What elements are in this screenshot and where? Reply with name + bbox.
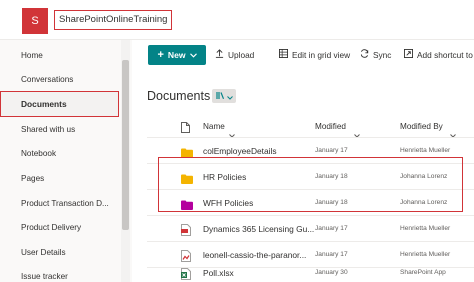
nav-item-product-delivery[interactable]: Product Delivery	[21, 223, 81, 232]
nav-item-product-transaction[interactable]: Product Transaction D...	[21, 199, 109, 208]
modified-date: January 30	[315, 269, 348, 276]
upload-label: Upload	[228, 49, 255, 60]
nav-item-shared-with-us[interactable]: Shared with us	[21, 125, 75, 134]
sync-icon	[360, 49, 369, 60]
modified-by: Henrietta Mueller	[400, 251, 451, 258]
modified-by: Henrietta Mueller	[400, 225, 451, 232]
grid-icon	[279, 49, 288, 60]
pdf-icon	[181, 223, 193, 236]
add-shortcut-button[interactable]: Add shortcut to	[404, 49, 473, 60]
excel-icon	[181, 267, 193, 280]
nav-item-notebook[interactable]: Notebook	[21, 149, 56, 158]
column-header-modified[interactable]: Modified	[315, 122, 346, 131]
column-header-name[interactable]: Name	[203, 122, 225, 131]
library-title: Documents	[147, 89, 211, 103]
modified-date: January 17	[315, 147, 348, 154]
highlight-box	[158, 157, 463, 212]
file-name[interactable]: colEmployeeDetails	[203, 146, 315, 156]
modified-by: SharePoint App	[400, 269, 446, 276]
add-shortcut-label: Add shortcut to	[417, 49, 473, 60]
sync-button[interactable]: Sync	[360, 49, 391, 60]
file-name[interactable]: leonell-cassio-the-paranor...	[203, 250, 315, 260]
site-title[interactable]: SharePointOnlineTraining	[54, 10, 173, 30]
plus-icon: +	[157, 49, 164, 61]
nav-item-issue-tracker[interactable]: Issue tracker	[21, 272, 68, 281]
edit-grid-view-button[interactable]: Edit in grid view	[279, 49, 350, 60]
folder-icon	[181, 145, 193, 158]
nav-item-documents-label: Documents	[21, 99, 67, 109]
new-button-label: New	[167, 50, 186, 60]
table-row[interactable]: leonell-cassio-the-paranor... January 17…	[147, 241, 474, 267]
chevron-down-icon	[226, 87, 233, 105]
shortcut-icon	[404, 49, 413, 60]
table-row[interactable]: Dynamics 365 Licensing Gu... January 17 …	[147, 215, 474, 241]
upload-icon	[215, 49, 224, 60]
file-name[interactable]: Poll.xlsx	[203, 268, 315, 278]
library-view-selector[interactable]	[212, 89, 236, 103]
site-logo-icon[interactable]: S	[22, 8, 48, 34]
modified-by: Henrietta Mueller	[400, 147, 451, 154]
edit-grid-label: Edit in grid view	[292, 49, 351, 60]
nav-item-home[interactable]: Home	[21, 51, 43, 60]
nav-item-pages[interactable]: Pages	[21, 174, 44, 183]
library-icon	[215, 87, 225, 105]
modified-date: January 17	[315, 225, 348, 232]
nav-item-user-details[interactable]: User Details	[21, 248, 66, 257]
nav-scrollbar-thumb[interactable]	[122, 60, 129, 230]
column-header-modified-by[interactable]: Modified By	[400, 122, 443, 131]
table-row[interactable]: Poll.xlsx January 30 SharePoint App	[147, 267, 474, 282]
file-type-header-icon[interactable]	[181, 120, 190, 138]
sync-label: Sync	[373, 49, 392, 60]
modified-date: January 17	[315, 251, 348, 258]
file-name[interactable]: Dynamics 365 Licensing Gu...	[203, 224, 315, 234]
image-file-icon	[181, 249, 193, 262]
chevron-down-icon	[189, 50, 197, 60]
nav-item-conversations[interactable]: Conversations	[21, 75, 73, 84]
new-button[interactable]: + New	[148, 45, 206, 65]
upload-button[interactable]: Upload	[215, 49, 254, 60]
